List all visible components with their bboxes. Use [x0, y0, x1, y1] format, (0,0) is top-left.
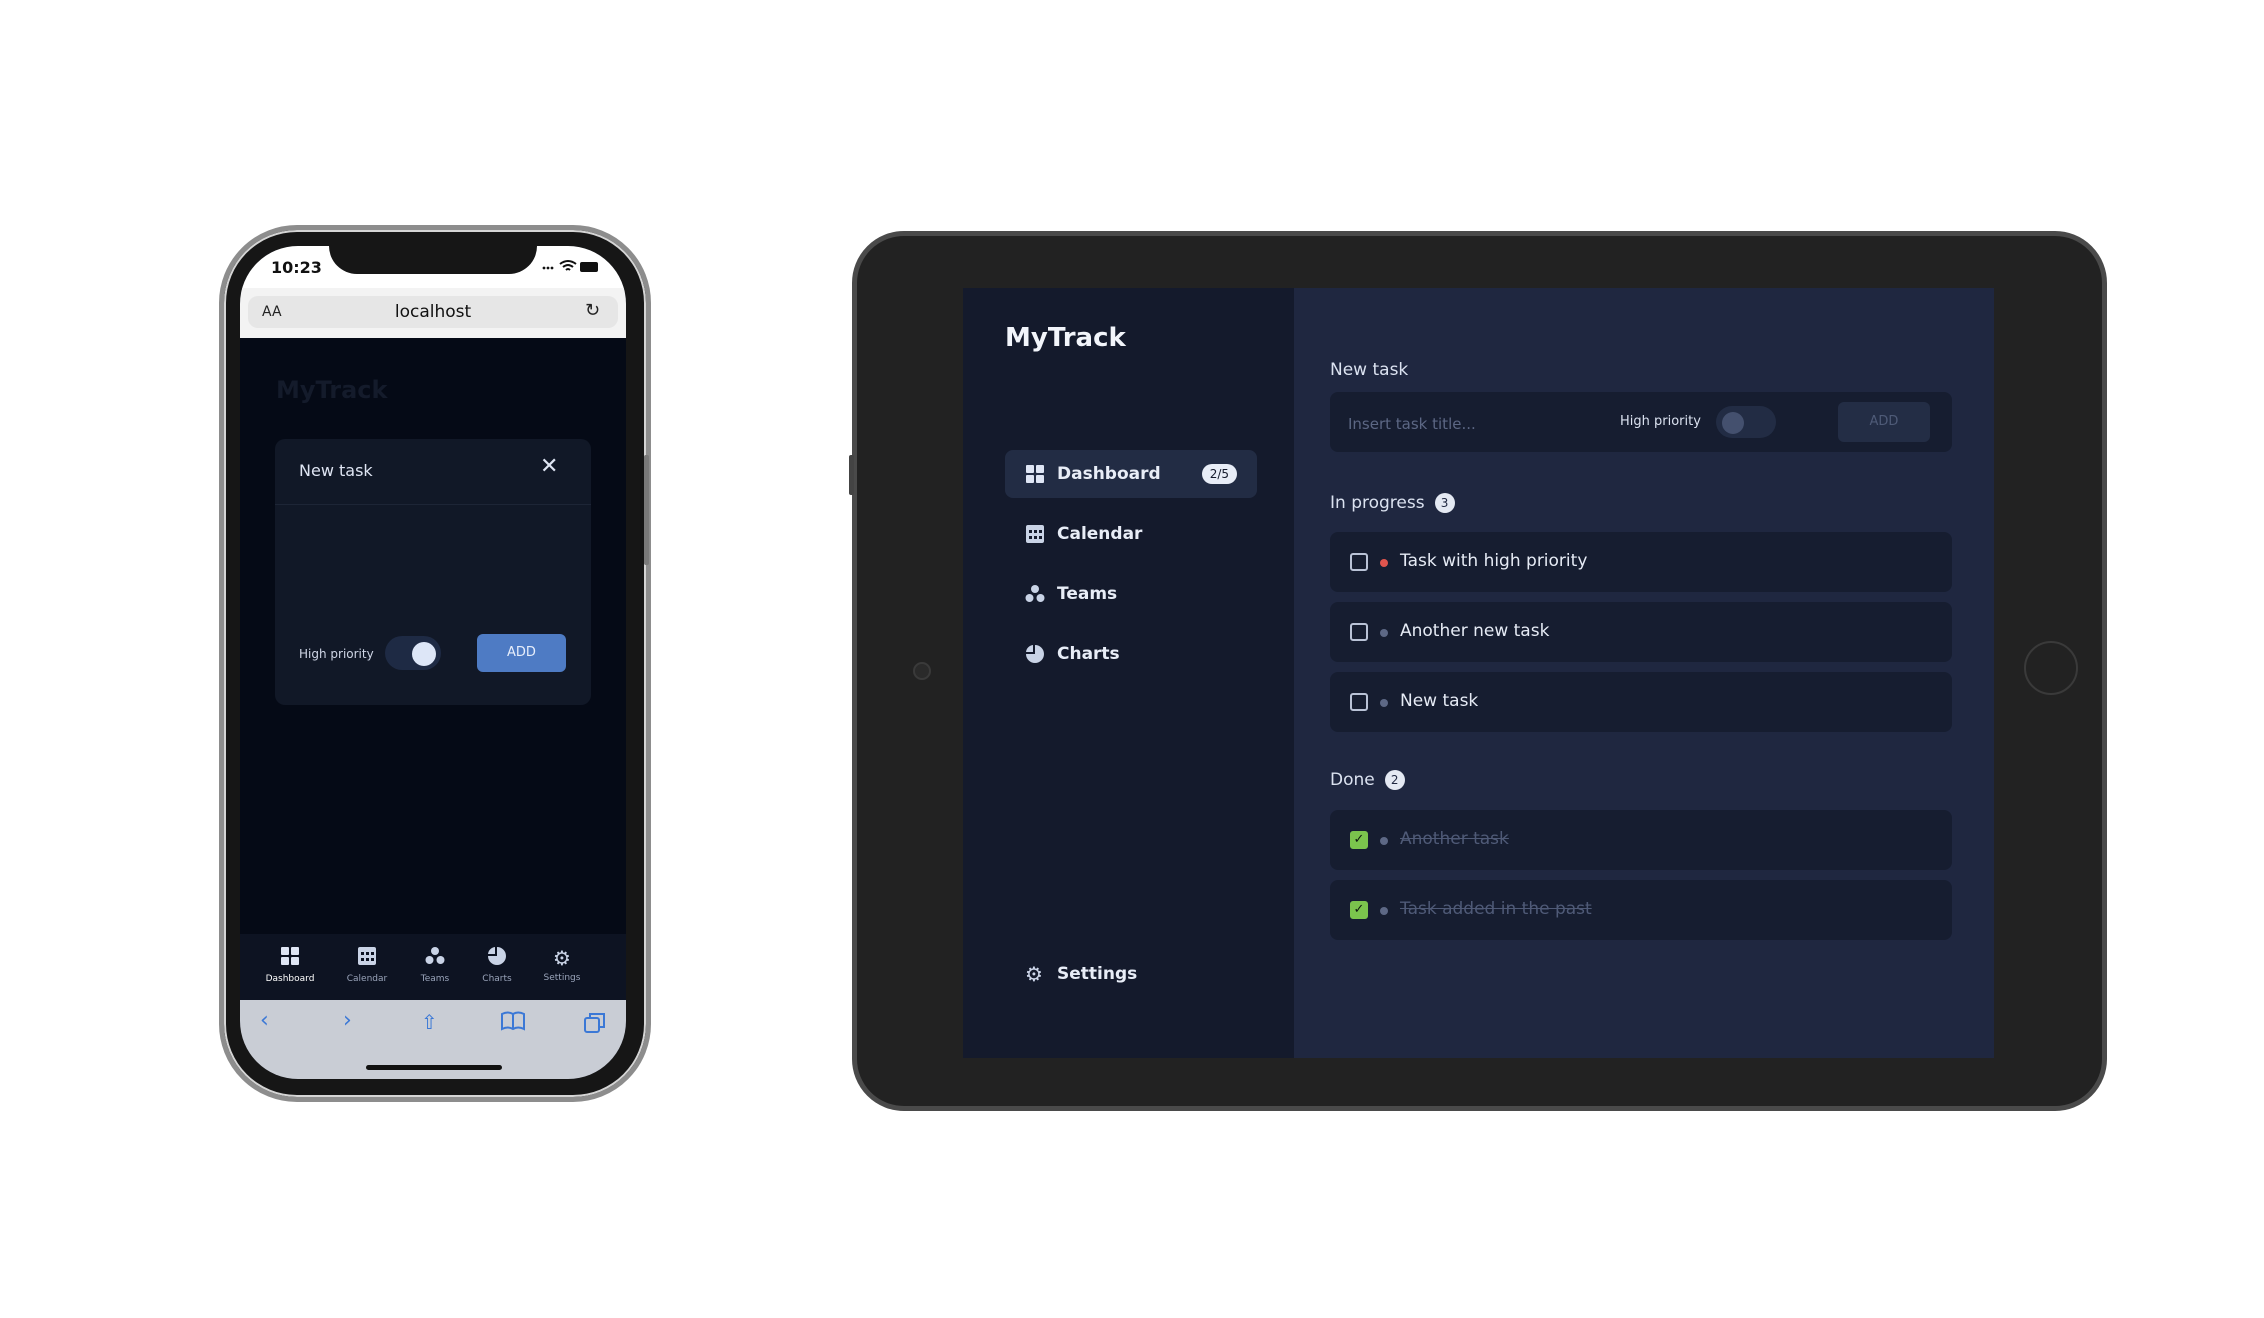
modal-title: New task — [299, 461, 373, 480]
tabs-icon[interactable] — [583, 1012, 607, 1040]
task-item: Task with high priority — [1330, 532, 1952, 592]
priority-dot — [1380, 559, 1388, 567]
task-item: Another new task — [1330, 602, 1952, 662]
done-heading: Done 2 — [1330, 770, 1405, 790]
grid-icon — [255, 946, 325, 971]
tab-settings[interactable]: ⚙ Settings — [527, 946, 597, 983]
sidebar-item-teams[interactable]: Teams — [1005, 570, 1257, 618]
tablet-side-button — [849, 455, 854, 495]
section-label: Done — [1330, 770, 1375, 790]
forward-icon[interactable]: › — [343, 1008, 352, 1033]
close-icon[interactable]: ✕ — [540, 454, 558, 479]
teams-icon — [400, 946, 470, 971]
tab-label: Charts — [482, 974, 512, 984]
sidebar-item-label: Charts — [1057, 644, 1120, 664]
home-button[interactable] — [2024, 641, 2078, 695]
in-progress-heading: In progress 3 — [1330, 493, 1455, 513]
task-title: Another task — [1400, 829, 1509, 849]
calendar-icon — [1025, 524, 1045, 544]
priority-dot — [1380, 907, 1388, 915]
task-title-input[interactable] — [1346, 408, 1600, 440]
add-button[interactable]: ADD — [1838, 402, 1930, 442]
priority-dot — [1380, 699, 1388, 707]
grid-icon — [1025, 464, 1045, 484]
task-checkbox[interactable] — [1350, 693, 1368, 711]
task-checkbox[interactable] — [1350, 623, 1368, 641]
task-item: New task — [1330, 672, 1952, 732]
pie-chart-icon — [462, 946, 532, 971]
toggle-knob — [1722, 412, 1744, 434]
app-brand: MyTrack — [1005, 323, 1126, 353]
back-icon[interactable]: ‹ — [260, 1008, 269, 1033]
pie-chart-icon — [1025, 644, 1045, 664]
priority-dot — [1380, 837, 1388, 845]
toggle-knob — [412, 642, 436, 666]
tab-label: Dashboard — [265, 974, 315, 984]
task-title: Task with high priority — [1400, 551, 1588, 571]
task-checkbox[interactable] — [1350, 553, 1368, 571]
sidebar-item-label: Calendar — [1057, 524, 1143, 544]
gear-icon: ⚙ — [1025, 962, 1043, 986]
tab-calendar[interactable]: Calendar — [332, 946, 402, 984]
tab-teams[interactable]: Teams — [400, 946, 470, 984]
camera-icon — [913, 662, 931, 680]
task-checkbox-checked[interactable]: ✓ — [1350, 831, 1368, 849]
tab-label: Settings — [543, 973, 581, 983]
phone-screen: 10:23 AA localhost ↻ MyTrack New task ✕ … — [240, 246, 626, 1079]
wifi-icon — [559, 260, 577, 271]
status-time: 10:23 — [271, 258, 322, 277]
dashboard-progress-badge: 2/5 — [1201, 464, 1237, 484]
sidebar-item-dashboard[interactable]: Dashboard 2/5 — [1005, 450, 1257, 498]
task-title: Another new task — [1400, 621, 1550, 641]
browser-host: localhost — [394, 302, 472, 322]
reload-icon[interactable]: ↻ — [585, 300, 600, 321]
battery-icon — [580, 262, 598, 272]
phone-brand: MyTrack — [276, 376, 388, 404]
task-checkbox-checked[interactable]: ✓ — [1350, 901, 1368, 919]
notch — [329, 246, 537, 274]
tab-label: Calendar — [346, 974, 388, 984]
share-icon[interactable]: ⇧ — [421, 1010, 438, 1034]
sidebar-item-label: Teams — [1057, 584, 1118, 604]
gear-icon: ⚙ — [553, 946, 571, 970]
new-task-heading: New task — [1330, 360, 1408, 380]
tab-charts[interactable]: Charts — [462, 946, 532, 984]
calendar-icon — [332, 946, 402, 971]
sidebar-item-label: Dashboard — [1057, 464, 1161, 484]
sidebar-item-settings[interactable]: ⚙ Settings — [1005, 962, 1137, 986]
sidebar-item-charts[interactable]: Charts — [1005, 630, 1257, 678]
modal-divider — [275, 504, 591, 505]
done-count: 2 — [1384, 770, 1405, 790]
task-title: New task — [1400, 691, 1479, 711]
status-icons — [542, 260, 598, 272]
add-button[interactable]: ADD — [477, 634, 566, 672]
priority-dot — [1380, 629, 1388, 637]
sidebar-item-calendar[interactable]: Calendar — [1005, 510, 1257, 558]
in-progress-count: 3 — [1434, 493, 1455, 513]
high-priority-label: High priority — [1620, 414, 1701, 429]
high-priority-label: High priority — [299, 647, 374, 661]
section-label: New task — [1330, 360, 1409, 380]
task-item: ✓ Task added in the past — [1330, 880, 1952, 940]
tab-label: Teams — [420, 974, 450, 984]
task-item: ✓ Another task — [1330, 810, 1952, 870]
teams-icon — [1025, 584, 1045, 604]
sidebar-item-label: Settings — [1057, 964, 1138, 984]
home-indicator — [366, 1065, 502, 1070]
task-title: Task added in the past — [1400, 899, 1592, 919]
bookmarks-icon[interactable] — [500, 1010, 526, 1037]
tab-dashboard[interactable]: Dashboard — [255, 946, 325, 984]
section-label: In progress — [1330, 493, 1425, 513]
